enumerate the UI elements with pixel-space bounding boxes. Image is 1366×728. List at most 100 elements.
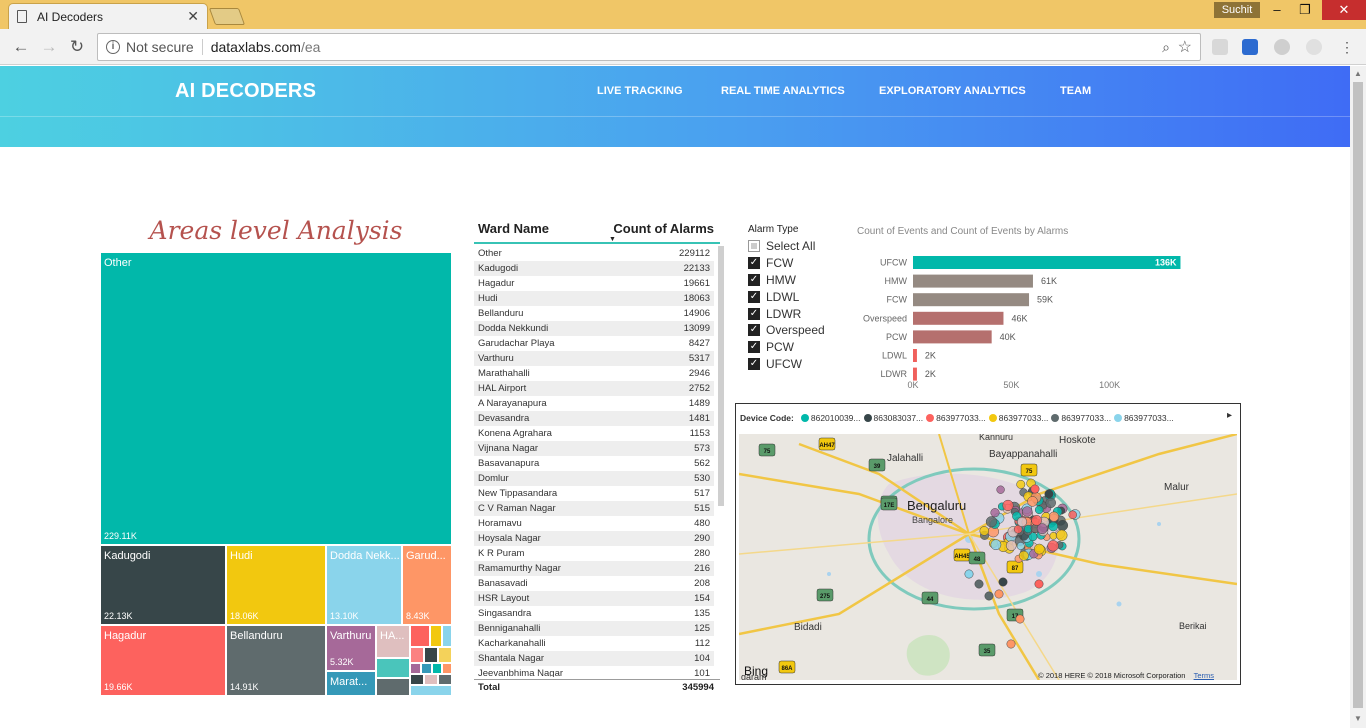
scrollbar-thumb[interactable] xyxy=(1353,82,1363,708)
legend-dot[interactable] xyxy=(1114,414,1123,422)
treemap-cell[interactable]: Kadugodi 22.13K xyxy=(100,545,226,625)
menu-icon[interactable]: ⋮ xyxy=(1336,36,1358,58)
device-location-dot[interactable] xyxy=(1056,529,1068,541)
device-location-dot[interactable] xyxy=(990,539,1002,551)
table-row[interactable]: Hoysala Nagar 290 xyxy=(474,531,714,546)
device-location-dot[interactable] xyxy=(998,577,1008,587)
legend-dot[interactable] xyxy=(988,414,997,422)
device-location-dot[interactable] xyxy=(1048,511,1060,522)
address-bar[interactable]: i Not secure dataxlabs.com /ea ⌕ ☆ xyxy=(97,33,1201,61)
treemap-cell[interactable]: HA... xyxy=(376,625,410,658)
device-location-dot[interactable] xyxy=(1016,542,1025,550)
bookmark-star-icon[interactable]: ☆ xyxy=(1178,37,1192,57)
device-location-dot[interactable] xyxy=(1016,479,1026,489)
table-row[interactable]: Basavanapura 562 xyxy=(474,456,714,471)
treemap-cell-small[interactable] xyxy=(442,625,452,647)
device-location-dot[interactable] xyxy=(1068,510,1077,520)
treemap-cell-small[interactable] xyxy=(442,663,452,674)
nav-team[interactable]: TEAM xyxy=(1060,85,1091,97)
info-icon[interactable]: i xyxy=(106,40,120,54)
bar[interactable] xyxy=(913,293,1030,307)
table-row[interactable]: Other 229112 xyxy=(474,246,714,261)
table-row[interactable]: Benniganahalli 125 xyxy=(474,621,714,636)
tab-close-icon[interactable]: ✕ xyxy=(187,8,199,25)
table-row[interactable]: Konena Agrahara 1153 xyxy=(474,426,714,441)
device-location-dot[interactable] xyxy=(1057,519,1069,531)
device-location-dot[interactable] xyxy=(996,485,1005,494)
table-row[interactable]: Banasavadi 208 xyxy=(474,576,714,591)
map-canvas[interactable]: Kannuru Hoskote Jalahalli Bayappanahalli… xyxy=(739,434,1237,680)
device-location-dot[interactable] xyxy=(1015,614,1025,624)
treemap-cell[interactable]: Bellanduru 14.91K xyxy=(226,625,326,696)
forward-icon[interactable]: → xyxy=(38,36,60,58)
table-row[interactable]: Vijnana Nagar 573 xyxy=(474,441,714,456)
bar[interactable] xyxy=(913,330,992,344)
table-row[interactable]: Hudi 18063 xyxy=(474,291,714,306)
device-location-dot[interactable] xyxy=(985,516,997,528)
treemap-cell[interactable]: Varthuru 5.32K xyxy=(326,625,376,671)
scroll-up-icon[interactable]: ▲ xyxy=(1354,69,1362,78)
treemap-cell-small[interactable] xyxy=(424,674,438,685)
profile-badge[interactable]: Suchit xyxy=(1214,2,1260,18)
table-row[interactable]: Ramamurthy Nagar 216 xyxy=(474,561,714,576)
device-location-dot[interactable] xyxy=(1045,497,1056,509)
scroll-down-icon[interactable]: ▼ xyxy=(1354,714,1362,723)
checkbox-checked-icon[interactable]: ✓ xyxy=(748,273,760,286)
site-brand[interactable]: AI DECODERS xyxy=(175,80,316,103)
sort-descending-icon[interactable]: ▼ xyxy=(609,236,616,243)
table-row[interactable]: C V Raman Nagar 515 xyxy=(474,501,714,516)
table-row[interactable]: Garudachar Playa 8427 xyxy=(474,336,714,351)
checkbox-checked-icon[interactable]: ✓ xyxy=(748,357,760,370)
bar[interactable] xyxy=(913,256,1181,269)
treemap-cell[interactable]: Hagadur 19.66K xyxy=(100,625,226,696)
table-row[interactable]: K R Puram 280 xyxy=(474,546,714,561)
table-row[interactable]: Bellanduru 14906 xyxy=(474,306,714,321)
nav-exploratory-analytics[interactable]: EXPLORATORY ANALYTICS xyxy=(879,85,1026,97)
treemap-cell-small[interactable] xyxy=(438,674,452,685)
legend-item-label[interactable]: 863977033... xyxy=(1061,413,1111,423)
treemap-cell-small[interactable] xyxy=(424,647,438,663)
legend-next-icon[interactable]: ▸ xyxy=(1227,410,1232,421)
device-location-dot[interactable] xyxy=(964,569,974,579)
treemap-cell-small[interactable] xyxy=(410,674,424,685)
legend-dot[interactable] xyxy=(1051,414,1060,422)
legend-item-label[interactable]: 863977033... xyxy=(936,413,986,423)
extension-icon[interactable] xyxy=(1242,39,1258,55)
table-row[interactable]: Jeevanbhima Nagar 101 xyxy=(474,666,714,677)
treemap-cell[interactable]: Dodda Nekk... 13.10K xyxy=(326,545,402,625)
device-location-dot[interactable] xyxy=(1036,523,1048,535)
treemap-cell-small[interactable] xyxy=(376,658,410,678)
device-location-dot[interactable] xyxy=(979,526,990,536)
table-row[interactable]: A Narayanapura 1489 xyxy=(474,396,714,411)
nav-live-tracking[interactable]: LIVE TRACKING xyxy=(597,85,683,97)
legend-dot[interactable] xyxy=(926,414,935,422)
device-location-dot[interactable] xyxy=(1018,550,1029,561)
bar[interactable] xyxy=(913,349,917,362)
device-location-dot[interactable] xyxy=(990,508,1000,518)
legend-dot[interactable] xyxy=(800,414,809,422)
device-location-dot[interactable] xyxy=(984,591,994,601)
treemap-cell-small[interactable] xyxy=(410,663,421,674)
checkbox-checked-icon[interactable]: ✓ xyxy=(748,324,760,337)
device-location-dot[interactable] xyxy=(1016,516,1028,527)
bar[interactable] xyxy=(913,311,1004,325)
nav-real-time-analytics[interactable]: REAL TIME ANALYTICS xyxy=(721,85,845,97)
table-row[interactable]: Hagadur 19661 xyxy=(474,276,714,291)
minimize-icon[interactable]: – xyxy=(1262,0,1292,20)
reload-icon[interactable]: ↻ xyxy=(66,36,88,58)
table-row[interactable]: Kacharkanahalli 112 xyxy=(474,636,714,651)
device-location-dot[interactable] xyxy=(1034,505,1044,515)
treemap-cell[interactable]: Garud... 8.43K xyxy=(402,545,452,625)
treemap-cell-small[interactable] xyxy=(376,678,410,696)
checkbox-checked-icon[interactable]: ✓ xyxy=(748,307,760,320)
device-location-dot[interactable] xyxy=(1002,499,1014,511)
device-location-dot[interactable] xyxy=(1044,489,1054,499)
table-scrollbar[interactable] xyxy=(718,246,724,506)
treemap-cell-small[interactable] xyxy=(410,625,430,647)
table-row[interactable]: Marathahalli 2946 xyxy=(474,366,714,381)
bar[interactable] xyxy=(913,367,917,381)
table-row[interactable]: Singasandra 135 xyxy=(474,606,714,621)
bar[interactable] xyxy=(913,274,1033,288)
table-row[interactable]: Shantala Nagar 104 xyxy=(474,651,714,666)
table-row[interactable]: Devasandra 1481 xyxy=(474,411,714,426)
